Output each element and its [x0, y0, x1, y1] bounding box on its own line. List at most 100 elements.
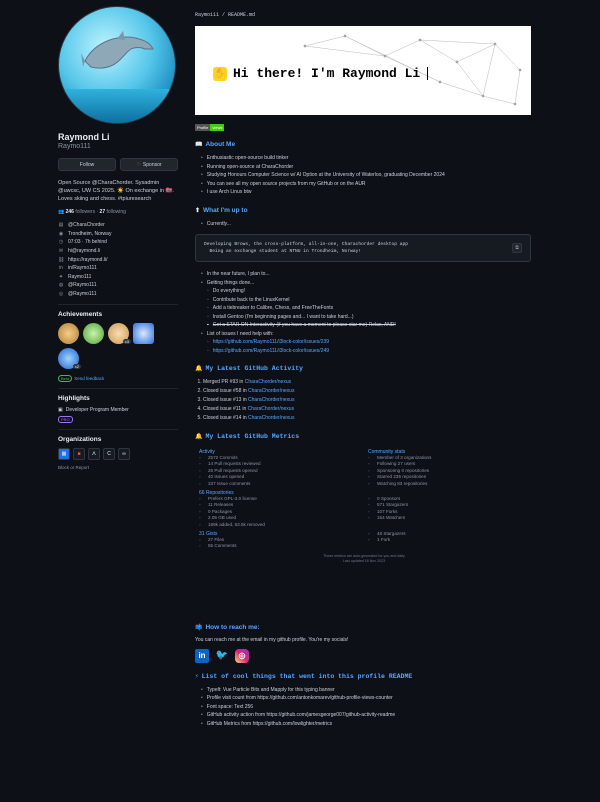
profile-detail[interactable]: in in/Raymo111: [58, 264, 178, 273]
typing-banner: ✋ Hi there! I'm Raymond Li: [213, 66, 429, 81]
upto-intro-list: Currently...: [195, 220, 533, 229]
code-block: Developing Brows, the cross-platform, al…: [195, 234, 531, 262]
achievement-badge[interactable]: [83, 323, 104, 345]
achievement-badge[interactable]: [133, 323, 154, 345]
repo-link[interactable]: CharaChorder/nexus: [245, 379, 291, 385]
reach-heading: 📫 How to reach me:: [195, 623, 260, 631]
followers-count[interactable]: 246: [66, 209, 74, 215]
send-feedback-link[interactable]: Send feedback: [74, 376, 104, 381]
copy-icon[interactable]: ⧉: [512, 243, 522, 253]
instagram-icon: ◎: [58, 291, 64, 298]
list-item: Font space: Text 256: [201, 703, 533, 712]
repo-link[interactable]: CharaChorder/nexus: [248, 397, 294, 403]
org-red-icon[interactable]: ■: [73, 448, 85, 461]
profile-detail[interactable]: ⛓ https://raymond.li/: [58, 255, 178, 264]
list-item: Contribute back to the LinuxKernel: [207, 296, 533, 305]
tools-heading: ⚡ List of cool things that went into this…: [195, 672, 413, 680]
org-infinity-icon[interactable]: ∞: [118, 448, 130, 461]
about-list: Enthusiastic open-source build tinker Ru…: [195, 154, 533, 197]
divider: [58, 429, 178, 431]
profile-detail[interactable]: ◉ Trondheim, Norway: [58, 230, 178, 239]
followers-label[interactable]: followers: [75, 209, 95, 215]
linkedin-icon[interactable]: in: [195, 648, 209, 663]
profile-details: ▤ @CharaChorder ◉ Trondheim, Norway ◷ 07:03 ·…: [58, 221, 178, 298]
metric-icon: ▫: [199, 480, 201, 486]
upto-list: In the near future, I plan to... Getting…: [195, 270, 533, 287]
people-icon: 👥: [58, 209, 65, 215]
metrics-left: Activity ▫ 2572 Commits ▫ 14 Pull requests …: [199, 446, 362, 550]
profile-detail-text: in/Raymo111: [68, 265, 97, 272]
metric-icon: ▫: [368, 480, 370, 486]
mail-icon: ✉: [58, 248, 64, 255]
list-item: You can see all my open source projects …: [201, 180, 533, 189]
metric-text: 1 Fork: [377, 537, 391, 543]
repo-link[interactable]: CharaChorder/nexus: [248, 388, 294, 394]
metric-item: ▫ 154 Watchers: [368, 515, 531, 521]
activity-item: Closed issue #14 in CharaChorder/nexus: [203, 414, 533, 423]
issue-link[interactable]: https://github.com/Raymo111/i3lock-color…: [207, 338, 533, 347]
metrics-footer: These metrics are auto-generated for you…: [323, 553, 405, 563]
follow-counts: 👥 246 followers · 27 following: [58, 209, 126, 215]
profile-bio: Open Source @CharaChorder. Sysadmin @uwc…: [58, 180, 174, 202]
issue-link[interactable]: https://github.com/Raymo111/i3lock-color…: [207, 347, 533, 356]
achievement-badge[interactable]: x3: [108, 323, 131, 345]
follow-button[interactable]: Follow: [58, 158, 116, 171]
profile-detail[interactable]: ◷ 07:03 · 7h behind: [58, 238, 178, 247]
achievement-badges: x3 x2: [58, 323, 168, 370]
readme-file-path[interactable]: Raymo111 / README.md: [195, 12, 533, 18]
link-icon: ⛓: [58, 256, 65, 263]
profile-detail[interactable]: ◍ @Raymo111: [58, 281, 178, 290]
profile-detail-text: Raymo111: [68, 273, 92, 280]
achievements-heading: Achievements: [58, 311, 103, 319]
linkedin-icon: in: [59, 265, 63, 272]
profile-detail-text: @Raymo111: [68, 282, 97, 289]
twitter-icon[interactable]: 🐦: [215, 649, 229, 663]
metric-item: ▫ 1 Fork: [368, 537, 531, 543]
repo-link[interactable]: CharaChorder/nexus: [248, 415, 294, 421]
activity-item: Closed issue #58 in CharaChorder/nexus: [203, 387, 533, 396]
sponsor-button[interactable]: ♡ Sponsor: [120, 158, 178, 171]
profile-detail[interactable]: ✦ Raymo111: [58, 273, 178, 282]
social-links: in 🐦 ◎: [195, 648, 533, 663]
profile-detail-text: https://raymond.li/: [68, 256, 108, 263]
block-report-link[interactable]: Block or Report: [58, 465, 178, 470]
activity-text: Closed issue #58 in: [203, 388, 249, 394]
metric-item: ▫ 189k added, 63.5k removed: [199, 522, 362, 528]
metrics-heading: 🔔 My Latest GitHub Metrics: [195, 433, 300, 440]
readme-panel: Raymo111 / README.md ✋ Hi there! I'm Ray…: [195, 12, 533, 728]
profile-sidebar: Raymond Li Raymo111 Follow ♡ Sponsor Open…: [58, 6, 178, 470]
metric-icon: ▫: [368, 515, 370, 521]
repo-link[interactable]: CharaChorder/nexus: [248, 406, 294, 412]
organizations-heading: Organizations: [58, 436, 102, 444]
metric-item: ▫ Watching 83 repositories: [368, 481, 531, 487]
org-c-icon[interactable]: C: [103, 448, 115, 461]
water: [59, 89, 175, 123]
twitter-icon: ✦: [58, 273, 64, 280]
metric-icon: ▫: [199, 543, 201, 549]
following-count[interactable]: 27: [100, 209, 106, 215]
org-charachorder-icon[interactable]: ᐱ: [88, 448, 100, 461]
profile-detail[interactable]: ✉ hi@raymond.li: [58, 247, 178, 256]
metrics-right: Community stats ▫ Member of 3 organizatio…: [368, 446, 531, 550]
profile-detail[interactable]: ▤ @CharaChorder: [58, 221, 178, 230]
metric-icon: ▫: [368, 537, 370, 543]
list-item: Typelt: Vue Particle Bits and Mapply for…: [201, 686, 533, 695]
code-text: Developing Brows, the cross-platform, al…: [204, 242, 408, 254]
following-label[interactable]: following: [107, 209, 126, 215]
metric-text: 337 Issue comments: [208, 480, 251, 486]
profile-detail-text: Trondheim, Norway: [68, 230, 112, 237]
metrics-card: Activity ▫ 2572 Commits ▫ 14 Pull requests …: [195, 446, 531, 550]
waving-hand-icon: ✋: [213, 66, 227, 81]
metric-icon: ▫: [199, 521, 201, 527]
instagram-icon[interactable]: ◎: [235, 648, 249, 663]
metric-text: 154 Watchers: [377, 515, 406, 521]
views-label: Profile: [195, 124, 211, 131]
book-icon: 📖: [195, 142, 203, 148]
org-csc-icon[interactable]: ▦: [58, 448, 70, 461]
avatar[interactable]: [58, 6, 176, 124]
list-item: Running open-source at CharaChorder: [201, 163, 533, 172]
achievement-badge[interactable]: [58, 323, 79, 345]
profile-detail[interactable]: ◎ @Raymo111: [58, 290, 178, 299]
bell-icon: 🔔: [195, 433, 203, 440]
achievement-badge[interactable]: x2: [58, 348, 81, 370]
